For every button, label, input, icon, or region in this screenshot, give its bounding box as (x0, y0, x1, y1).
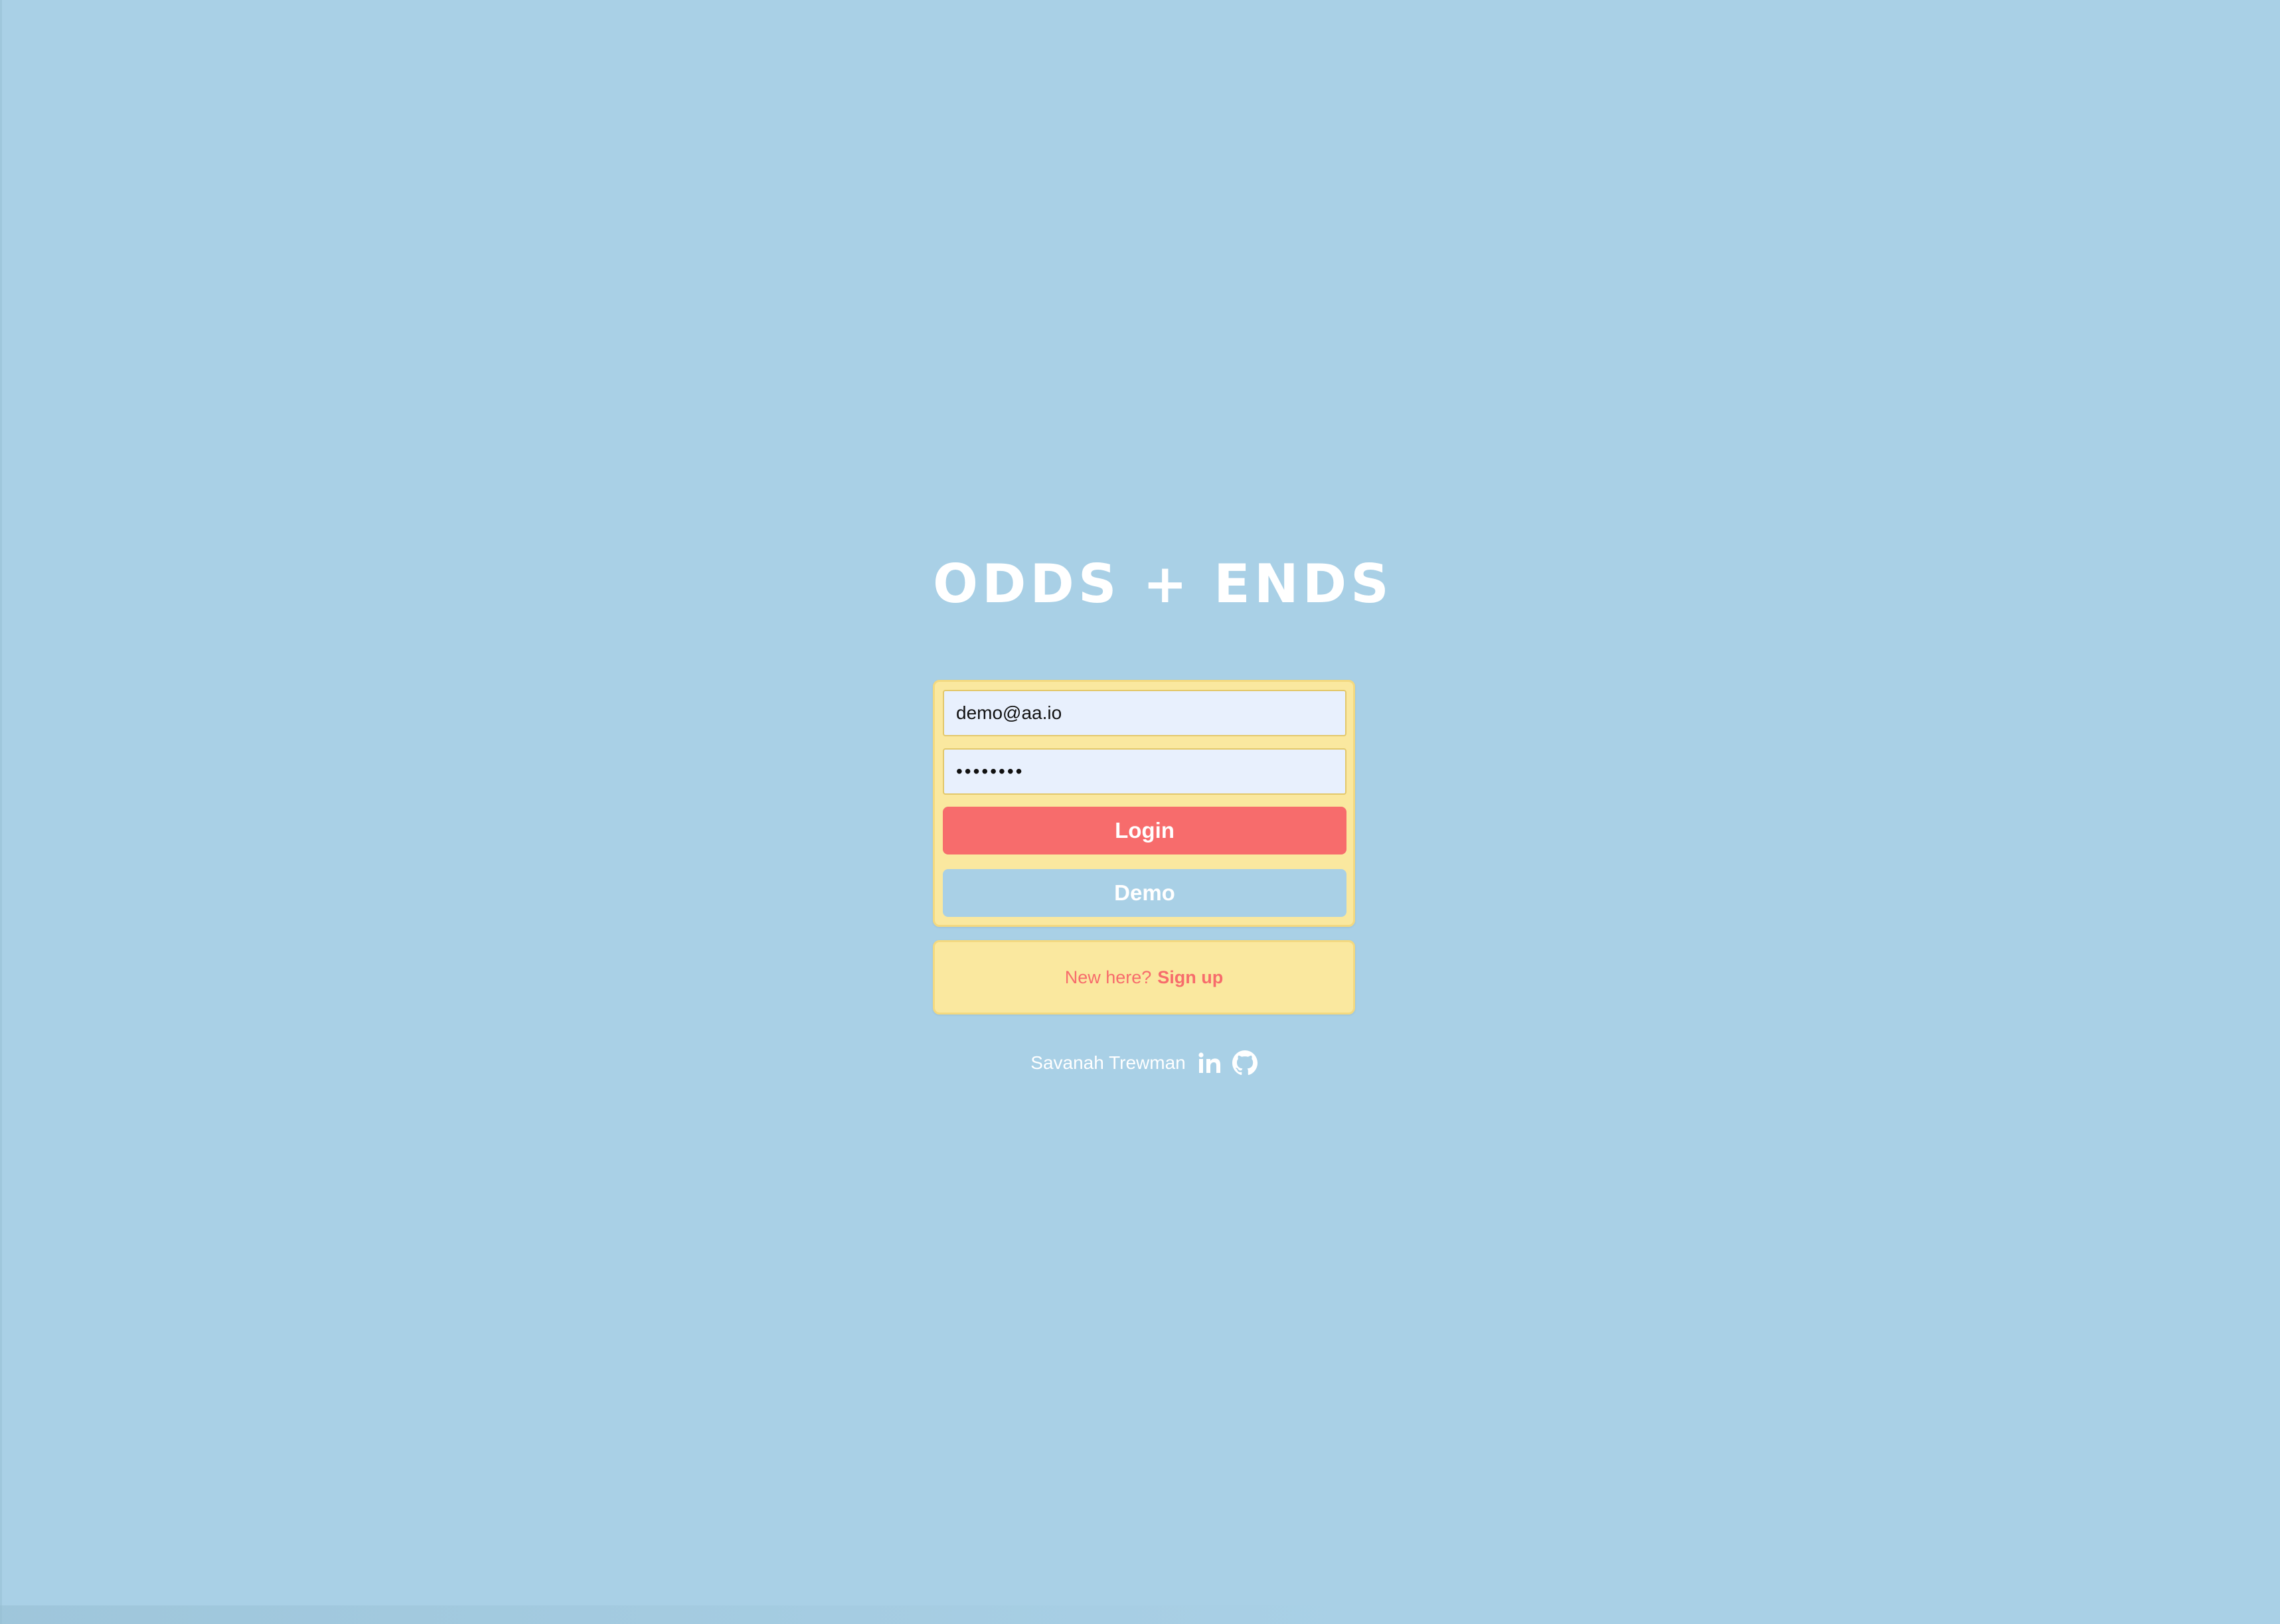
github-icon[interactable] (1232, 1050, 1258, 1076)
author-name: Savanah Trewman (1030, 1052, 1186, 1073)
linkedin-icon[interactable] (1198, 1052, 1222, 1074)
footer: Savanah Trewman (933, 1050, 1355, 1076)
auth-container: ODDS + ENDS Login Demo New here? Sign up… (933, 553, 1393, 1076)
app-logo: ODDS + ENDS (933, 553, 1393, 615)
login-card: Login Demo (933, 680, 1355, 927)
password-field[interactable] (943, 748, 1346, 795)
login-button[interactable]: Login (943, 807, 1346, 854)
window-edge (0, 0, 2, 1624)
signup-card: New here? Sign up (933, 940, 1355, 1015)
signup-link[interactable]: Sign up (1157, 967, 1223, 988)
demo-button[interactable]: Demo (943, 869, 1346, 917)
email-field[interactable] (943, 690, 1346, 736)
bottom-shadow (0, 1605, 1361, 1624)
signup-prompt: New here? (1064, 967, 1152, 987)
